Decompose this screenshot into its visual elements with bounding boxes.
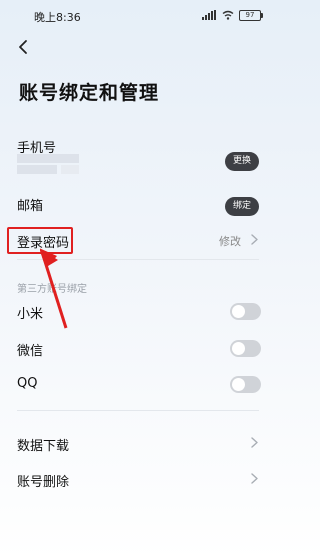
chevron-right-icon — [251, 234, 258, 245]
password-action: 修改 — [219, 235, 241, 248]
change-phone-button[interactable]: 更换 — [224, 152, 259, 171]
status-time: 晚上8:36 — [34, 11, 81, 24]
wechat-toggle[interactable] — [230, 340, 261, 357]
status-icons: 97 — [202, 9, 263, 21]
account-delete-label: 账号删除 — [17, 475, 70, 490]
back-button[interactable] — [13, 36, 35, 58]
bind-email-button[interactable]: 绑定 — [224, 197, 259, 216]
signal-icon — [202, 10, 216, 20]
xiaomi-toggle[interactable] — [230, 303, 261, 320]
annotation-arrow — [40, 248, 68, 329]
qq-toggle[interactable] — [230, 376, 261, 393]
data-download-label: 数据下载 — [17, 439, 70, 454]
chevron-right-icon — [251, 473, 258, 484]
email-label: 邮箱 — [17, 199, 44, 214]
toggle-knob — [232, 342, 245, 355]
page-title: 账号绑定和管理 — [19, 82, 160, 104]
toggle-knob — [232, 378, 245, 391]
third-party-label: 微信 — [17, 344, 44, 359]
battery-icon: 97 — [239, 9, 263, 21]
wifi-icon — [222, 10, 234, 20]
toggle-knob — [232, 305, 245, 318]
third-party-label: QQ — [17, 376, 38, 391]
chevron-left-icon — [19, 40, 27, 54]
status-bar: 晚上8:36 97 — [0, 0, 275, 36]
phone-number-masked — [17, 154, 79, 174]
divider — [17, 410, 259, 411]
chevron-right-icon — [251, 437, 258, 448]
